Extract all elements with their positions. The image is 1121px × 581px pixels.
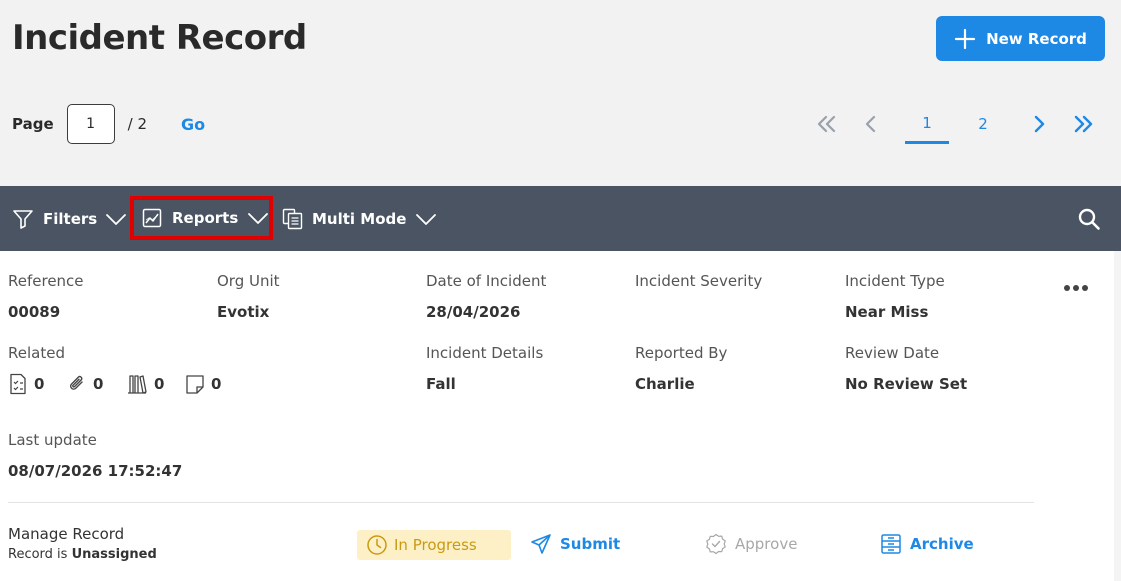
org-unit-value: Evotix (217, 303, 270, 321)
go-button[interactable]: Go (181, 115, 205, 134)
incident-type-value: Near Miss (845, 303, 929, 321)
multi-mode-label: Multi Mode (312, 209, 407, 228)
reference-label: Reference (8, 272, 84, 290)
page-jump: Page / 2 Go (12, 104, 205, 144)
review-date-value: No Review Set (845, 375, 968, 393)
reference-value: 00089 (8, 303, 61, 321)
incident-severity-label: Incident Severity (635, 272, 763, 290)
incident-details-value: Fall (426, 375, 456, 393)
page-link-1[interactable]: 1 (905, 104, 949, 144)
page-number-input[interactable] (66, 104, 115, 144)
related-label: Related (8, 344, 65, 362)
scrollbar[interactable] (1114, 251, 1121, 581)
record-card (0, 251, 1121, 581)
notes-count: 0 (211, 375, 222, 393)
library-count: 0 (154, 375, 165, 393)
filters-label: Filters (43, 209, 98, 228)
incident-type-label: Incident Type (845, 272, 945, 290)
page-title: Incident Record (12, 18, 307, 58)
last-update-label: Last update (8, 431, 97, 449)
related-attachments[interactable]: 0 (67, 373, 103, 395)
more-options-icon[interactable] (1064, 285, 1088, 291)
last-update-value: 08/07/2026 17:52:47 (8, 462, 183, 480)
page-label: Page (12, 115, 54, 133)
date-of-incident-value: 28/04/2026 (426, 303, 521, 321)
approve-label: Approve (735, 535, 798, 553)
manage-record-title: Manage Record (8, 525, 125, 543)
chevron-down-icon (416, 213, 437, 225)
status-badge: In Progress (357, 530, 511, 560)
assignment-prefix: Record is (8, 547, 68, 562)
incident-details-label: Incident Details (426, 344, 544, 362)
chevron-down-icon (248, 213, 269, 224)
reported-by-label: Reported By (635, 344, 728, 362)
page-total: / 2 (127, 115, 147, 133)
chart-report-icon (142, 208, 162, 228)
send-icon (531, 534, 551, 554)
page-link-2[interactable]: 2 (963, 104, 1003, 144)
related-library[interactable]: 0 (126, 373, 164, 395)
library-books-icon (128, 375, 147, 394)
status-label: In Progress (394, 536, 477, 554)
next-page-icon[interactable] (1027, 104, 1051, 144)
related-notes[interactable]: 0 (185, 373, 221, 395)
archive-cabinet-icon (881, 534, 901, 554)
toolbar: Filters Reports Multi Mode (0, 186, 1121, 251)
multi-mode-dropdown[interactable]: Multi Mode (282, 186, 437, 251)
filter-icon (13, 209, 33, 229)
first-page-icon[interactable] (813, 104, 841, 144)
archive-label: Archive (910, 535, 974, 553)
checklists-count: 0 (34, 375, 45, 393)
reports-label: Reports (172, 209, 239, 227)
review-date-label: Review Date (845, 344, 940, 362)
clock-icon (367, 535, 387, 555)
last-page-icon[interactable] (1069, 104, 1097, 144)
filters-dropdown[interactable]: Filters (12, 186, 127, 251)
record-assignment: Record is Unassigned (8, 547, 157, 562)
approve-badge-icon (706, 533, 726, 555)
chevron-down-icon (106, 213, 127, 225)
submit-button[interactable]: Submit (530, 533, 620, 555)
reported-by-value: Charlie (635, 375, 695, 393)
new-record-label: New Record (986, 29, 1087, 48)
copy-documents-icon (282, 208, 303, 229)
date-of-incident-label: Date of Incident (426, 272, 547, 290)
note-icon (186, 375, 204, 394)
assignment-value: Unassigned (71, 547, 157, 562)
new-record-button[interactable]: New Record (936, 16, 1105, 61)
divider (8, 502, 1034, 503)
reports-dropdown[interactable]: Reports (130, 196, 273, 240)
submit-label: Submit (560, 535, 621, 553)
org-unit-label: Org Unit (217, 272, 280, 290)
previous-page-icon[interactable] (859, 104, 883, 144)
related-checklists[interactable]: 0 (8, 373, 44, 395)
paperclip-icon (70, 375, 83, 390)
approve-button[interactable]: Approve (705, 533, 797, 555)
attachments-count: 0 (93, 375, 104, 393)
plus-icon (954, 28, 976, 49)
search-icon[interactable] (1077, 207, 1101, 231)
checklist-icon (10, 373, 26, 395)
archive-button[interactable]: Archive (880, 533, 974, 555)
